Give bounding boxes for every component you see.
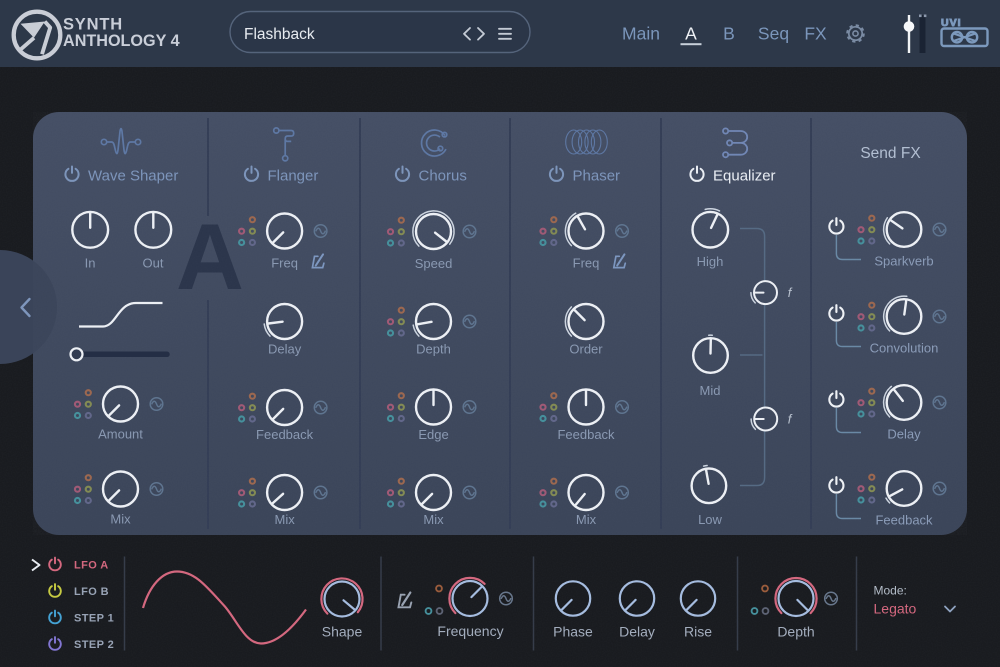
svg-text:Out: Out	[143, 256, 164, 271]
svg-text:Send FX: Send FX	[860, 145, 921, 162]
svg-text:Edge: Edge	[418, 427, 448, 442]
svg-text:Wave Shaper: Wave Shaper	[88, 168, 178, 185]
svg-text:Speed: Speed	[415, 256, 453, 271]
svg-text:Phase: Phase	[553, 624, 593, 640]
svg-text:Delay: Delay	[887, 427, 921, 442]
svg-text:Mode:: Mode:	[874, 584, 907, 598]
svg-text:ANTHOLOGY 4: ANTHOLOGY 4	[63, 32, 180, 50]
svg-text:STEP 1: STEP 1	[74, 613, 114, 625]
svg-text:Delay: Delay	[619, 624, 655, 640]
svg-text:FX: FX	[804, 24, 827, 44]
svg-text:Frequency: Frequency	[437, 623, 503, 639]
svg-text:STEP 2: STEP 2	[74, 639, 114, 651]
svg-text:LFO B: LFO B	[74, 586, 109, 598]
svg-text:SYNTH: SYNTH	[63, 16, 123, 34]
svg-text:Mix: Mix	[576, 512, 597, 527]
svg-text:Main: Main	[622, 24, 660, 44]
svg-text:Mix: Mix	[274, 512, 295, 527]
svg-text:Feedback: Feedback	[557, 427, 615, 442]
svg-text:In: In	[85, 256, 96, 271]
svg-text:Feedback: Feedback	[256, 427, 314, 442]
svg-text:Amount: Amount	[98, 427, 143, 442]
svg-text:Order: Order	[569, 342, 603, 357]
svg-text:Low: Low	[698, 512, 722, 527]
svg-text:Freq: Freq	[573, 256, 600, 271]
svg-text:Depth: Depth	[777, 624, 814, 640]
svg-text:Rise: Rise	[684, 624, 712, 640]
svg-text:Mid: Mid	[700, 383, 721, 398]
svg-text:UVI: UVI	[941, 17, 962, 29]
svg-text:Flanger: Flanger	[268, 168, 319, 185]
svg-text:Convolution: Convolution	[870, 341, 939, 356]
svg-text:Feedback: Feedback	[875, 513, 933, 528]
svg-text:Shape: Shape	[322, 624, 363, 640]
svg-text:Legato: Legato	[874, 601, 917, 617]
svg-text:Freq: Freq	[271, 256, 298, 271]
svg-text:High: High	[697, 254, 724, 269]
svg-text:Sparkverb: Sparkverb	[874, 254, 933, 269]
svg-text:B: B	[723, 24, 735, 44]
svg-text:Depth: Depth	[416, 342, 451, 357]
svg-text:Seq: Seq	[758, 24, 789, 44]
svg-text:Chorus: Chorus	[419, 168, 467, 185]
svg-text:A: A	[685, 24, 697, 44]
svg-text:Mix: Mix	[110, 512, 131, 527]
svg-text:Delay: Delay	[268, 342, 302, 357]
svg-text:Flashback: Flashback	[244, 26, 315, 43]
svg-text:LFO A: LFO A	[74, 560, 109, 572]
svg-text:Equalizer: Equalizer	[713, 168, 776, 185]
svg-text:Mix: Mix	[423, 512, 444, 527]
svg-text:Phaser: Phaser	[573, 168, 621, 185]
